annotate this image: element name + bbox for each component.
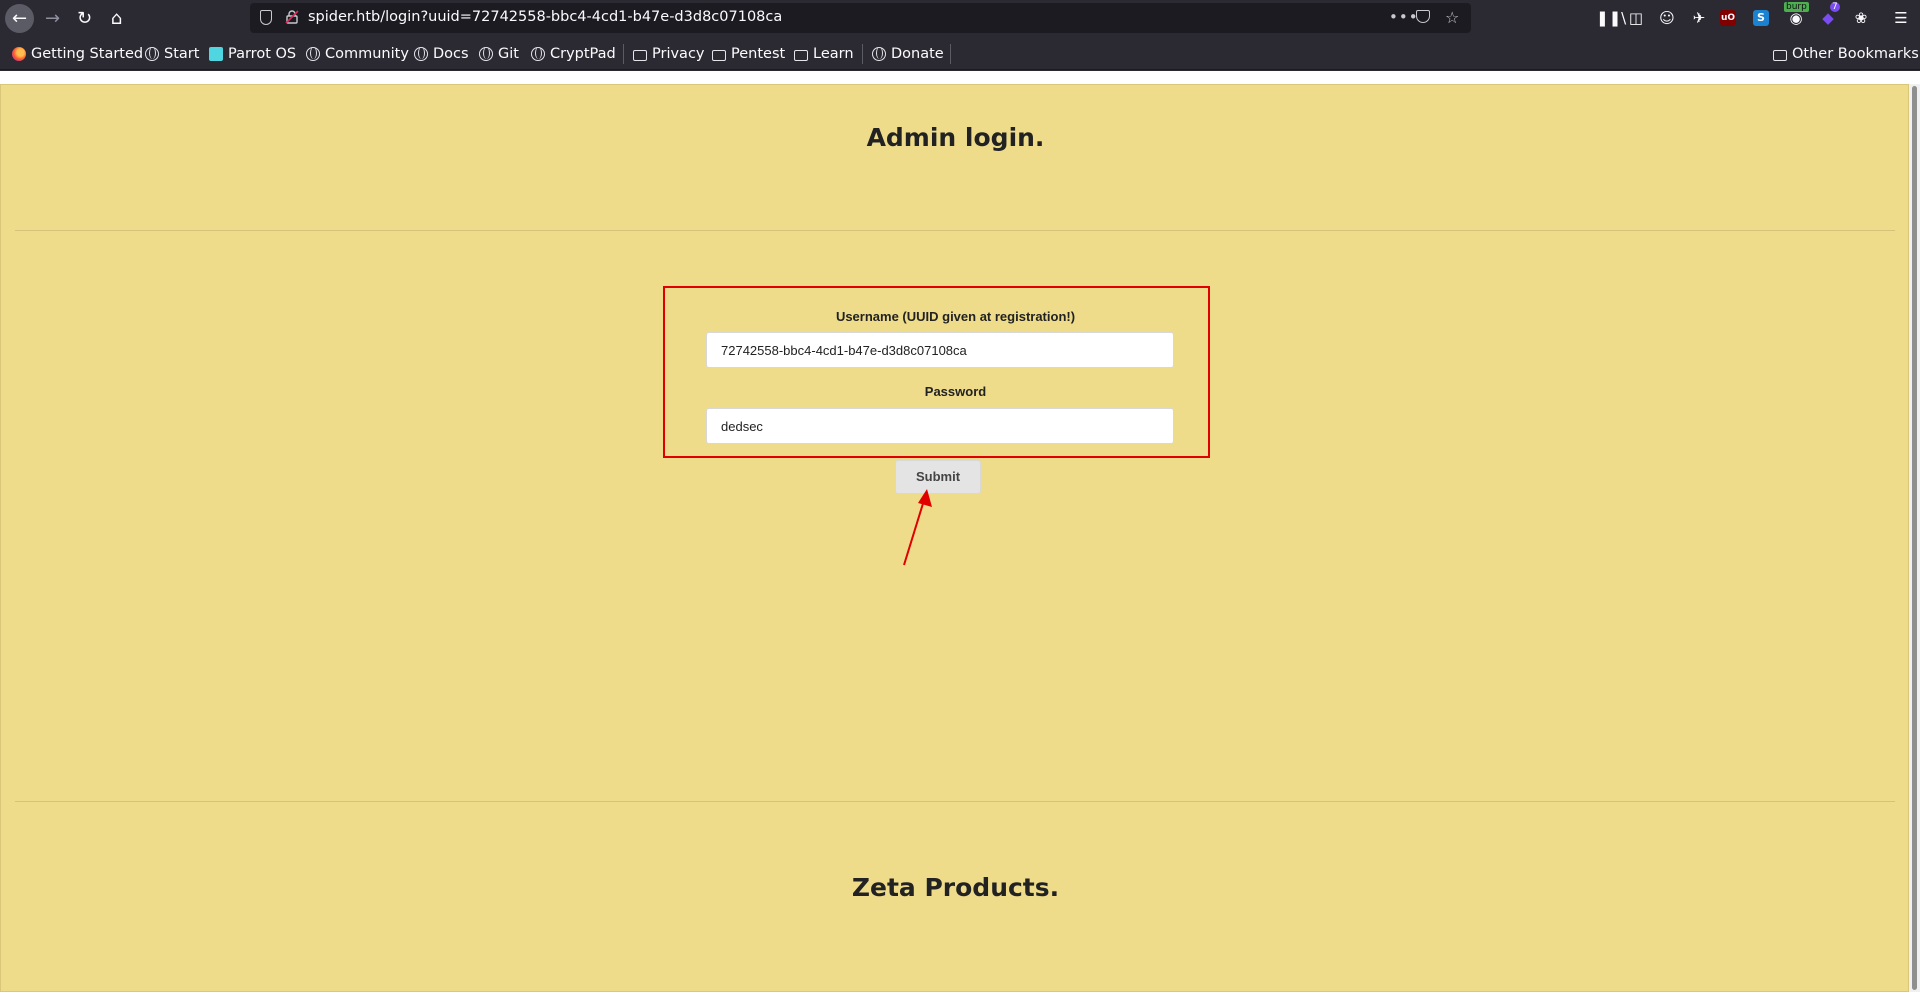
extension-count-badge: 7 <box>1830 2 1840 12</box>
bookmark-separator <box>623 44 624 64</box>
sidebar-icon[interactable]: ◫ <box>1626 8 1646 28</box>
bookmark-label: Community <box>325 46 409 62</box>
password-input[interactable] <box>706 408 1174 444</box>
bookmark-label: Donate <box>891 46 944 62</box>
bookmark-label: Privacy <box>652 46 705 62</box>
bookmark-donate[interactable]: Donate <box>872 45 944 63</box>
bookmark-other-bookmarks[interactable]: Other Bookmarks <box>1773 45 1919 63</box>
ublock-icon[interactable]: uO <box>1720 10 1736 26</box>
bookmark-label: Git <box>498 46 519 62</box>
bookmark-label: CryptPad <box>550 46 616 62</box>
globe-icon <box>479 47 493 61</box>
extension-icon[interactable]: ✈ <box>1689 8 1709 28</box>
globe-icon <box>306 47 320 61</box>
bookmark-parrot-os[interactable]: Parrot OS <box>209 45 296 63</box>
globe-icon <box>414 47 428 61</box>
bookmark-separator <box>950 44 951 64</box>
firefox-icon <box>12 47 26 61</box>
url-bar[interactable]: spider.htb/login?uuid=72742558-bbc4-4cd1… <box>250 3 1471 33</box>
reload-icon[interactable]: ↻ <box>70 4 99 33</box>
bookmark-folder-privacy[interactable]: Privacy <box>633 45 705 63</box>
insecure-lock-icon[interactable] <box>285 10 299 24</box>
bookmarks-bar: Getting Started Start Parrot OS Communit… <box>0 37 1920 70</box>
globe-icon <box>531 47 545 61</box>
url-text[interactable]: spider.htb/login?uuid=72742558-bbc4-4cd1… <box>308 9 782 25</box>
folder-icon <box>794 49 808 61</box>
bookmark-docs[interactable]: Docs <box>414 45 469 63</box>
globe-icon <box>872 47 886 61</box>
forward-arrow-icon[interactable]: → <box>38 4 67 33</box>
section-title: Zeta Products. <box>851 873 1060 902</box>
parrot-icon <box>209 47 223 61</box>
scrollbar-thumb[interactable] <box>1912 86 1917 990</box>
page-content: Admin login. Username (UUID given at reg… <box>0 84 1909 992</box>
annotation-arrow <box>903 489 932 566</box>
account-icon[interactable]: ☺ <box>1657 8 1677 28</box>
browser-navbar: ← → ↻ ⌂ spider.htb/login?uuid=72742558-b… <box>0 0 1920 37</box>
pocket-icon[interactable] <box>1416 10 1430 23</box>
menu-icon[interactable]: ☰ <box>1891 8 1911 28</box>
tracking-shield-icon[interactable] <box>260 10 272 25</box>
divider <box>15 801 1895 802</box>
folder-icon <box>633 49 647 61</box>
bookmark-label: Parrot OS <box>228 46 297 62</box>
username-label: Username (UUID given at registration!) <box>835 309 1076 324</box>
divider <box>15 230 1895 231</box>
bookmark-folder-learn[interactable]: Learn <box>794 45 854 63</box>
folder-icon <box>1773 49 1787 61</box>
bookmark-cryptpad[interactable]: CryptPad <box>531 45 616 63</box>
bookmark-git[interactable]: Git <box>479 45 519 63</box>
bookmark-community[interactable]: Community <box>306 45 409 63</box>
globe-icon <box>145 47 159 61</box>
bookmark-start[interactable]: Start <box>145 45 199 63</box>
bookmark-label: Learn <box>813 46 854 62</box>
bookmark-getting-started[interactable]: Getting Started <box>12 45 143 63</box>
library-icon[interactable]: ❚❚\ <box>1596 8 1626 28</box>
cookie-icon[interactable]: ❀ <box>1851 8 1871 28</box>
bookmark-label: Other Bookmarks <box>1792 46 1919 62</box>
s-extension-icon[interactable]: S <box>1753 10 1769 26</box>
burp-badge: burp <box>1784 2 1809 12</box>
back-arrow-icon[interactable]: ← <box>5 4 34 33</box>
bookmark-folder-pentest[interactable]: Pentest <box>712 45 785 63</box>
burp-extension-icon[interactable]: burp ◉ <box>1784 2 1809 28</box>
folder-icon <box>712 49 726 61</box>
password-label: Password <box>924 384 987 399</box>
bookmark-label: Start <box>164 46 200 62</box>
home-icon[interactable]: ⌂ <box>102 4 131 33</box>
extension-badge-icon[interactable]: ◆ 7 <box>1818 2 1840 28</box>
page-title: Admin login. <box>866 123 1045 152</box>
bookmark-label: Docs <box>433 46 469 62</box>
bookmark-label: Getting Started <box>31 46 144 62</box>
username-input[interactable] <box>706 332 1174 368</box>
page-top-strip <box>0 71 1920 84</box>
bookmark-separator <box>862 44 863 64</box>
bookmark-star-icon[interactable]: ☆ <box>1445 8 1459 27</box>
page-actions-icon[interactable]: ••• <box>1389 8 1419 26</box>
bookmark-label: Pentest <box>731 46 786 62</box>
